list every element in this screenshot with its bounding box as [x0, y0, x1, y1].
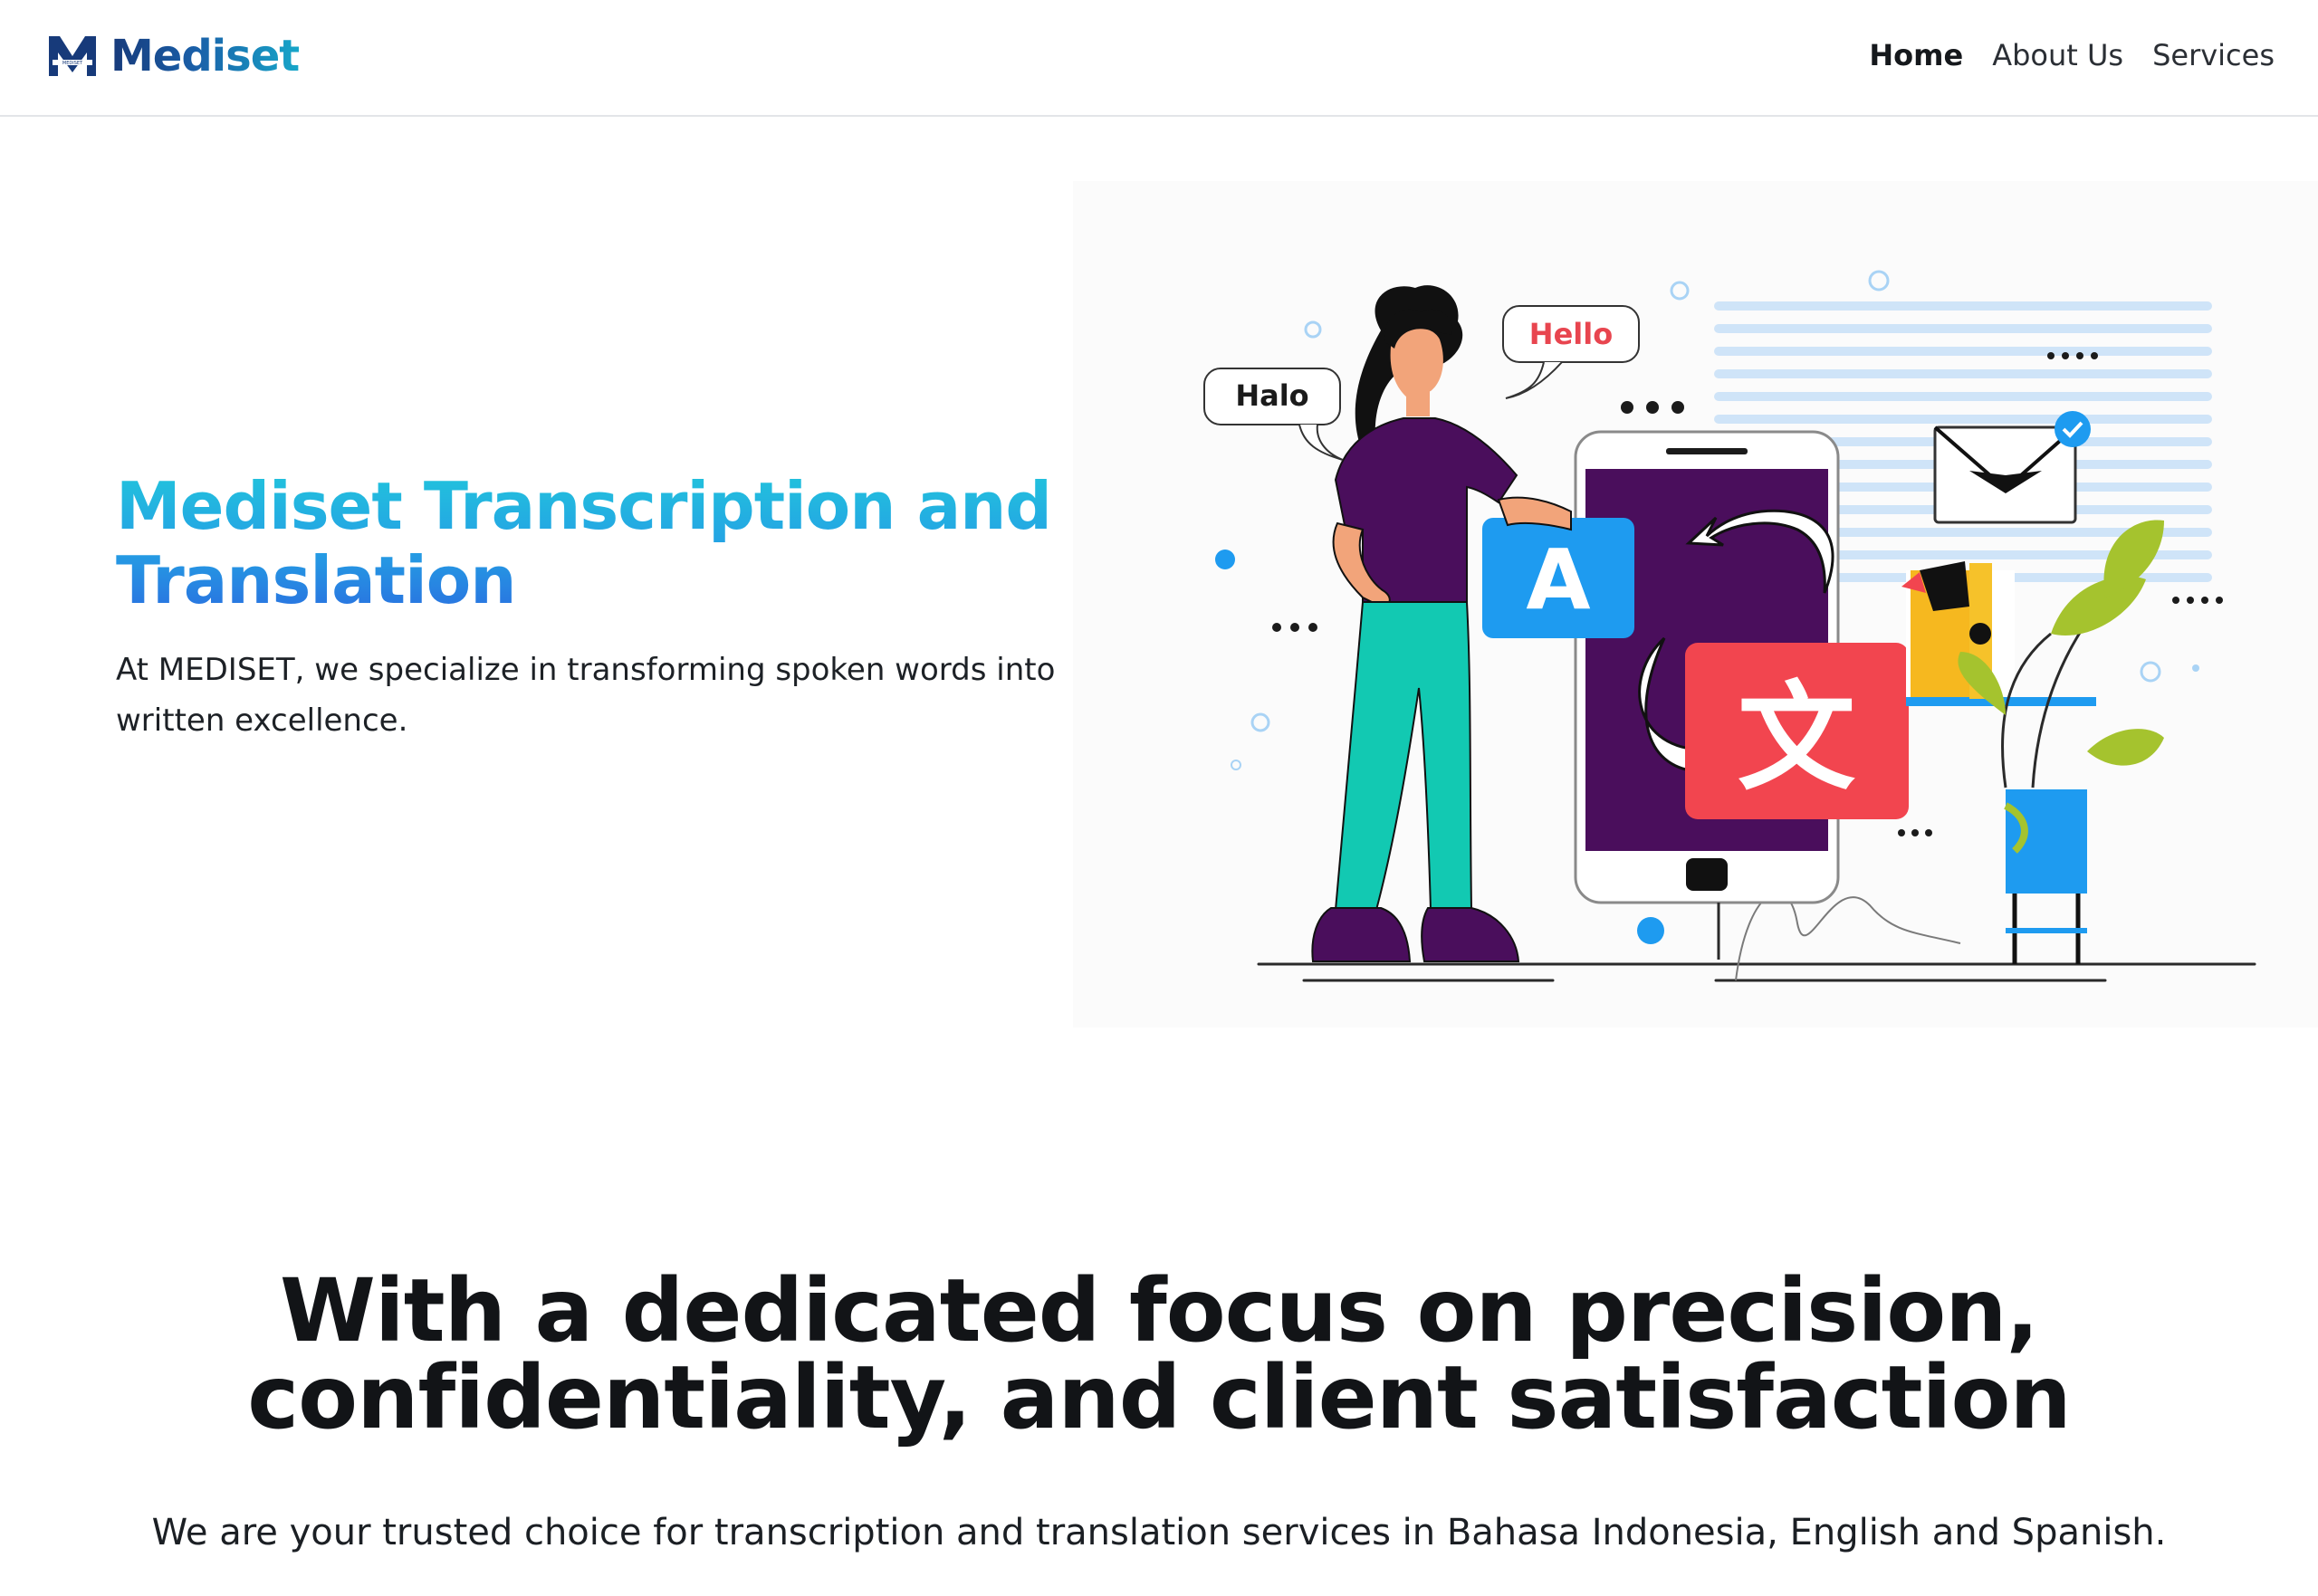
main-nav: Home About Us Services	[1869, 38, 2275, 72]
speech-bubble-right: Hello	[1502, 305, 1640, 399]
nav-services-link[interactable]: Services	[2152, 38, 2275, 72]
nav-home-link[interactable]: Home	[1869, 38, 1963, 72]
brand-name: Mediset	[110, 31, 300, 81]
section-subline: We are your trusted choice for transcrip…	[151, 1512, 2167, 1553]
speech-bubble-left: Halo	[1203, 368, 1344, 461]
mediset-logo-icon: MEDISET	[49, 36, 96, 76]
bubble-right-text: Hello	[1529, 317, 1613, 351]
translation-illustration-svg: A 文 Halo Hello	[1203, 270, 2256, 982]
envelope-icon	[1933, 411, 2091, 524]
cjk-language-card: 文	[1685, 643, 1909, 819]
bubble-left-text: Halo	[1235, 378, 1308, 413]
latin-language-card: A	[1482, 518, 1634, 638]
translation-illustration: A 文 Halo Hello	[1073, 181, 2318, 1027]
hero-description: At MEDISET, we specialize in transformin…	[116, 652, 1056, 739]
card-cjk-character: 文	[1738, 669, 1855, 807]
hero-title: Mediset Transcription and Translation	[116, 469, 1112, 617]
card-latin-letter: A	[1526, 531, 1590, 628]
nav-about-link[interactable]: About Us	[1992, 38, 2123, 72]
floor-lines-graphic	[1257, 962, 2256, 982]
phone-cable-graphic	[1735, 892, 1961, 981]
logo-wordmark: MEDISET	[62, 61, 83, 66]
section-headline: With a dedicated focus on precision, con…	[247, 1260, 2072, 1448]
brand-link[interactable]: MEDISET Mediset	[47, 31, 300, 81]
top-navbar: MEDISET Mediset Home About Us Services	[0, 0, 2318, 117]
